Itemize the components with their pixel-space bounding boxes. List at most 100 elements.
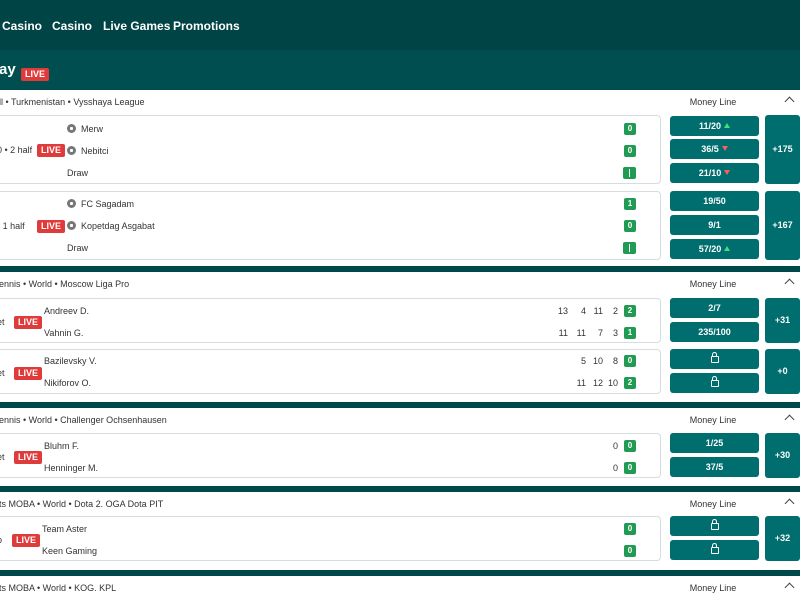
home-team: FC Sagadam <box>67 199 134 209</box>
odds-button-locked[interactable] <box>670 373 759 393</box>
league-section-kpl: ts MOBA • World • KOG. KPL Money Line <box>0 576 800 600</box>
set-score: 0 <box>612 463 618 473</box>
chevron-up-icon[interactable] <box>784 582 795 593</box>
home-score: 0 <box>624 123 636 135</box>
league-header[interactable]: ts MOBA • World • Dota 2. OGA Dota PIT M… <box>0 492 800 516</box>
odds-up-arrow-icon <box>724 246 731 251</box>
away-team: Keen Gaming <box>42 546 98 556</box>
away-score: 0 <box>624 145 636 157</box>
page-title-bar: ay LIVE <box>0 50 800 90</box>
odds-button-home[interactable]: 19/50 <box>670 191 759 211</box>
lock-icon <box>710 519 719 530</box>
league-header[interactable]: ll • Turkmenistan • Vysshaya League Mone… <box>0 90 800 114</box>
page-title: ay <box>0 61 16 78</box>
away-score: 0 <box>624 462 636 474</box>
odds-button-draw[interactable]: 57/20 <box>670 239 759 259</box>
home-score: 0 <box>624 523 636 535</box>
league-header[interactable]: ennis • World • Challenger Ochsenhausen … <box>0 408 800 432</box>
set-score: 10 <box>592 356 603 366</box>
league-header[interactable]: ts MOBA • World • KOG. KPL Money Line <box>0 576 800 600</box>
chevron-up-icon[interactable] <box>784 278 795 289</box>
event-row[interactable]: et LIVE Bazilevsky V. Nikiforov O. 5 10 … <box>0 349 661 394</box>
odds-up-arrow-icon <box>724 123 731 128</box>
chevron-up-icon[interactable] <box>784 498 795 509</box>
nav-casino[interactable]: Casino <box>2 19 42 33</box>
set-score: 3 <box>612 328 618 338</box>
lock-icon <box>710 543 719 554</box>
live-badge: LIVE <box>21 68 50 81</box>
set-score: 2 <box>612 306 618 316</box>
football-icon <box>67 199 76 208</box>
odds-button-away[interactable]: 235/100 <box>670 322 759 342</box>
odds-button-locked[interactable] <box>670 540 759 560</box>
match-status: et <box>0 452 5 462</box>
match-status: • 1 half <box>0 221 25 231</box>
away-score: 1 <box>624 327 636 339</box>
nav-casino-2[interactable]: Casino <box>52 19 92 33</box>
match-status: et <box>0 368 5 378</box>
home-team: Bazilevsky V. <box>44 356 97 366</box>
top-navigation: Casino Casino Live Games Promotions <box>0 0 800 50</box>
set-score: 5 <box>580 356 586 366</box>
league-breadcrumb: ts MOBA • World • Dota 2. OGA Dota PIT <box>0 499 164 509</box>
set-score: 12 <box>592 378 603 388</box>
lock-icon <box>710 376 719 387</box>
market-label: Money Line <box>689 583 737 593</box>
set-score: 4 <box>580 306 586 316</box>
more-markets-button[interactable]: +31 <box>765 298 800 343</box>
odds-button-home[interactable]: 2/7 <box>670 298 759 318</box>
more-markets-button[interactable]: +30 <box>765 433 800 478</box>
event-row[interactable]: et LIVE Andreev D. Vahnin G. 13 4 11 2 1… <box>0 298 661 343</box>
draw-indicator <box>623 242 636 254</box>
set-score: 11 <box>593 306 603 316</box>
live-badge: LIVE <box>37 144 66 157</box>
more-markets-button[interactable]: +175 <box>765 115 800 184</box>
odds-button-locked[interactable] <box>670 349 759 369</box>
home-score: 0 <box>624 440 636 452</box>
nav-promotions[interactable]: Promotions <box>173 19 240 33</box>
set-score: 7 <box>597 328 603 338</box>
live-badge: LIVE <box>12 534 41 547</box>
nav-live-games[interactable]: Live Games <box>103 19 170 33</box>
market-label: Money Line <box>689 415 737 425</box>
odds-button-home[interactable]: 11/20 <box>670 116 759 136</box>
odds-button-away[interactable]: 36/5 <box>670 139 759 159</box>
league-breadcrumb: ennis • World • Moscow Liga Pro <box>0 279 130 289</box>
away-team: Nebitci <box>67 146 109 156</box>
match-status: et <box>0 317 5 327</box>
away-team: Nikiforov O. <box>44 378 92 388</box>
football-icon <box>67 124 76 133</box>
event-row[interactable]: et LIVE Bluhm F. Henninger M. 0 0 0 0 <box>0 433 661 478</box>
chevron-up-icon[interactable] <box>784 414 795 425</box>
away-team: Henninger M. <box>44 463 99 473</box>
odds-button-home[interactable]: 1/25 <box>670 433 759 453</box>
odds-button-locked[interactable] <box>670 516 759 536</box>
league-header[interactable]: ennis • World • Moscow Liga Pro Money Li… <box>0 272 800 296</box>
home-team: Merw <box>67 124 103 134</box>
event-row[interactable]: p LIVE Team Aster Keen Gaming 0 0 <box>0 516 661 561</box>
event-row[interactable]: 0 • 2 half LIVE Merw Nebitci Draw 0 0 <box>0 115 661 184</box>
market-label: Money Line <box>689 279 737 289</box>
home-team: Andreev D. <box>44 306 90 316</box>
market-label: Money Line <box>689 97 737 107</box>
more-markets-button[interactable]: +167 <box>765 191 800 260</box>
chevron-up-icon[interactable] <box>784 96 795 107</box>
more-markets-button[interactable]: +32 <box>765 516 800 561</box>
league-section-moscow: ennis • World • Moscow Liga Pro Money Li… <box>0 272 800 408</box>
league-section-turkmenistan: ll • Turkmenistan • Vysshaya League Mone… <box>0 90 800 272</box>
live-badge: LIVE <box>14 316 43 329</box>
league-section-dota: ts MOBA • World • Dota 2. OGA Dota PIT M… <box>0 492 800 576</box>
football-icon <box>67 221 76 230</box>
home-team: Team Aster <box>42 524 88 534</box>
league-section-ochsenhausen: ennis • World • Challenger Ochsenhausen … <box>0 408 800 492</box>
live-badge: LIVE <box>37 220 66 233</box>
odds-button-away[interactable]: 9/1 <box>670 215 759 235</box>
set-score: 10 <box>607 378 618 388</box>
away-score: 2 <box>624 377 636 389</box>
odds-button-draw[interactable]: 21/10 <box>670 163 759 183</box>
match-status: 0 • 2 half <box>0 145 33 155</box>
event-row[interactable]: • 1 half LIVE FC Sagadam Kopetdag Asgaba… <box>0 191 661 260</box>
away-team: Kopetdag Asgabat <box>67 221 155 231</box>
odds-button-away[interactable]: 37/5 <box>670 457 759 477</box>
more-markets-button[interactable]: +0 <box>765 349 800 394</box>
